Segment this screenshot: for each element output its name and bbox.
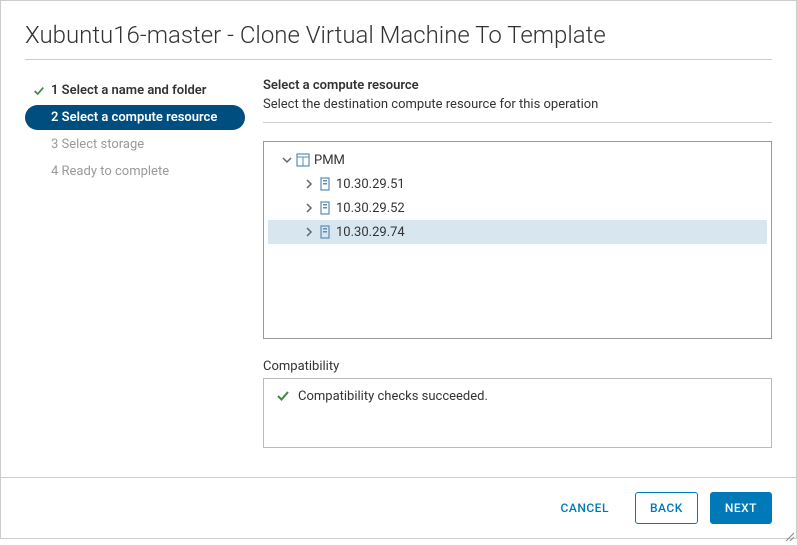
host-icon: [318, 201, 332, 215]
wizard-step-label: 1 Select a name and folder: [51, 83, 206, 98]
section-description: Select the destination compute resource …: [263, 97, 772, 123]
chevron-down-icon[interactable]: [282, 155, 292, 165]
compute-resource-tree[interactable]: PMM 10.30.29.51: [263, 141, 772, 339]
tree-node-host[interactable]: 10.30.29.51: [268, 172, 767, 196]
dialog-body: 1 Select a name and folder 2 Select a co…: [25, 78, 772, 448]
datacenter-icon: [296, 153, 310, 167]
spacer-icon: [33, 112, 45, 124]
resize-handle-icon[interactable]: [784, 526, 794, 536]
tree-node-label: 10.30.29.74: [336, 225, 405, 240]
wizard-steps-sidebar: 1 Select a name and folder 2 Select a co…: [25, 78, 245, 448]
wizard-step-2[interactable]: 2 Select a compute resource: [25, 105, 245, 130]
tree-node-host[interactable]: 10.30.29.52: [268, 196, 767, 220]
wizard-step-4: 4 Ready to complete: [25, 159, 245, 184]
cancel-button[interactable]: CANCEL: [547, 492, 623, 524]
compatibility-label: Compatibility: [263, 359, 772, 374]
tree-node-datacenter[interactable]: PMM: [268, 148, 767, 172]
wizard-step-3: 3 Select storage: [25, 132, 245, 157]
wizard-step-label: 2 Select a compute resource: [51, 110, 217, 125]
host-icon: [318, 177, 332, 191]
section-title: Select a compute resource: [263, 78, 772, 93]
next-button[interactable]: NEXT: [710, 492, 772, 524]
chevron-right-icon[interactable]: [304, 227, 314, 237]
wizard-step-1[interactable]: 1 Select a name and folder: [25, 78, 245, 103]
check-icon: [33, 85, 45, 97]
dialog-footer: CANCEL BACK NEXT: [1, 477, 796, 538]
chevron-right-icon[interactable]: [304, 179, 314, 189]
dialog-title: Xubuntu16-master - Clone Virtual Machine…: [25, 21, 772, 60]
main-panel: Select a compute resource Select the des…: [263, 78, 772, 448]
spacer-icon: [33, 166, 45, 178]
compatibility-message: Compatibility checks succeeded.: [298, 389, 488, 404]
wizard-step-label: 3 Select storage: [51, 137, 144, 152]
spacer-icon: [33, 139, 45, 151]
chevron-right-icon[interactable]: [304, 203, 314, 213]
clone-wizard-dialog: Xubuntu16-master - Clone Virtual Machine…: [1, 1, 796, 464]
tree-node-label: 10.30.29.52: [336, 201, 405, 216]
tree-node-label: 10.30.29.51: [336, 177, 405, 192]
back-button[interactable]: BACK: [635, 492, 698, 524]
tree-node-label: PMM: [314, 153, 345, 168]
check-icon: [276, 389, 290, 407]
host-icon: [318, 225, 332, 239]
tree-node-host[interactable]: 10.30.29.74: [268, 220, 767, 244]
wizard-step-label: 4 Ready to complete: [51, 164, 169, 179]
compatibility-box: Compatibility checks succeeded.: [263, 378, 772, 448]
